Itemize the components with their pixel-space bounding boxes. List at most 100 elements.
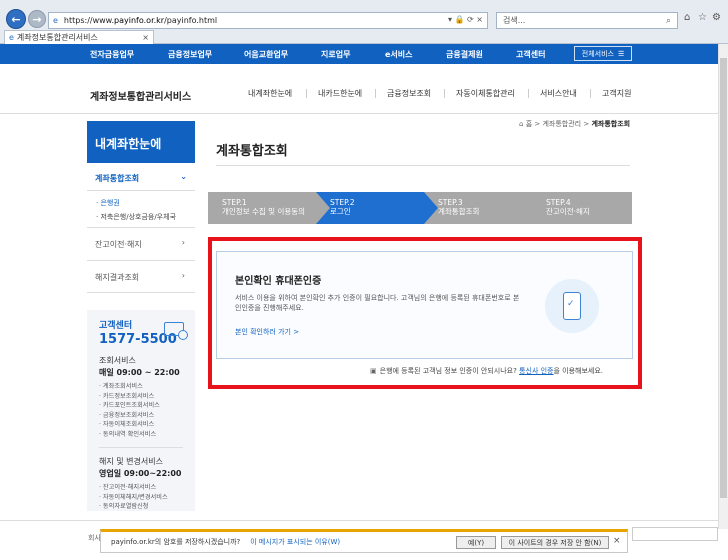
step-number: STEP.1 bbox=[222, 198, 247, 207]
gnb-item-bill-clearing[interactable]: 어음교환업무 bbox=[244, 49, 288, 60]
step-label: 로그인 bbox=[330, 207, 351, 216]
verify-identity-link[interactable]: 본인 확인하러 가기 > bbox=[235, 327, 299, 337]
step-arrow bbox=[532, 192, 546, 224]
step-number: STEP.3 bbox=[438, 198, 463, 207]
save-yes-button[interactable]: 예(Y) bbox=[456, 536, 496, 549]
step-arrow bbox=[316, 192, 330, 224]
list-item: · 금융정보조회서비스 bbox=[99, 411, 155, 419]
step-arrow bbox=[424, 192, 438, 224]
lookup-service-list: · 계좌조회서비스 · 카드정보조회서비스 · 카드포인트조회서비스 · 금융정… bbox=[99, 382, 195, 439]
sidebar-item-transfer-close[interactable]: 잔고이전·해지 › bbox=[87, 227, 195, 260]
check-icon: ✓ bbox=[567, 299, 575, 309]
gnb-item-electronic[interactable]: 전자금융업무 bbox=[90, 49, 134, 60]
header-nav-support[interactable]: 고객지원 bbox=[602, 88, 631, 99]
list-item: · 동의내역 확인서비스 bbox=[99, 430, 157, 438]
change-service-list: · 잔고이전·해지서비스 · 자동이체해지/변경서비스 · 동의자료열람신청 bbox=[99, 483, 195, 512]
nav-divider bbox=[590, 89, 591, 98]
sidebar-item-label: 잔고이전·해지 bbox=[95, 240, 142, 249]
address-url: https://www.payinfo.or.kr/payinfo.html bbox=[63, 16, 218, 25]
sidebar-subitem-banks[interactable]: · 은행권 bbox=[96, 198, 120, 208]
dropdown-icon[interactable]: ▾ bbox=[448, 15, 452, 24]
scrollbar-thumb[interactable] bbox=[720, 58, 727, 498]
sidebar-subitem-savings[interactable]: · 저축은행/상호금융/우체국 bbox=[96, 212, 176, 222]
breadcrumb: ⌂ 홈 > 계좌통합관리 > 계좌통합조회 bbox=[519, 120, 631, 128]
home-icon[interactable]: ⌂ bbox=[519, 120, 523, 128]
refresh-icon[interactable]: ⟳ bbox=[467, 15, 474, 24]
address-bar[interactable]: e https://www.payinfo.or.kr/payinfo.html… bbox=[48, 12, 488, 29]
list-item: · 카드포인트조회서비스 bbox=[99, 402, 160, 409]
stop-icon[interactable]: × bbox=[476, 15, 483, 24]
header-nav-auto-transfer[interactable]: 자동이체통합관리 bbox=[456, 88, 515, 99]
forward-button[interactable]: → bbox=[28, 10, 46, 28]
header-nav-service-info[interactable]: 서비스안내 bbox=[540, 88, 577, 99]
step-4: STEP.4 잔고이전·해지 bbox=[532, 192, 632, 224]
site-header: 계좌정보통합관리서비스 내계좌한눈에 내카드한눈에 금융정보조회 자동이체통합관… bbox=[0, 64, 728, 114]
chevron-right-icon: › bbox=[181, 238, 185, 247]
step-number: STEP.2 bbox=[330, 198, 355, 207]
site-logo[interactable]: 계좌정보통합관리서비스 bbox=[90, 88, 191, 103]
step-label: 개인정보 수집 및 이용동의 bbox=[222, 207, 306, 216]
tab-close-icon[interactable]: × bbox=[142, 33, 149, 42]
breadcrumb-home[interactable]: 홈 bbox=[526, 120, 532, 128]
gnb-item-giro[interactable]: 지로업무 bbox=[321, 49, 350, 60]
carrier-auth-link[interactable]: 통신사 인증 bbox=[519, 367, 553, 375]
header-nav-my-cards[interactable]: 내카드한눈에 bbox=[318, 88, 362, 99]
gnb-item-eservice[interactable]: e서비스 bbox=[385, 49, 413, 60]
list-item: · 자동이체조회서비스 bbox=[99, 421, 155, 428]
list-item: · 자동이체해지/변경서비스 bbox=[99, 493, 168, 501]
search-input[interactable]: 검색... ⌕ bbox=[496, 12, 678, 29]
card-description: 서비스 이용을 위하여 본인확인 추가 인증이 필요합니다. 고객님의 은행에 … bbox=[235, 294, 520, 312]
help-text: 은행에 등록된 고객님 정보 인증이 안되시나요? bbox=[379, 367, 517, 375]
search-icon[interactable]: ⌕ bbox=[666, 16, 671, 26]
browser-tab[interactable]: e 계좌정보통합관리서비스 × bbox=[4, 30, 154, 44]
header-nav-my-accounts[interactable]: 내계좌한눈에 bbox=[248, 88, 292, 99]
nav-divider bbox=[306, 89, 307, 98]
never-save-button[interactable]: 이 사이트의 경우 저장 안 함(N) bbox=[501, 536, 609, 549]
step-label: 계좌통합조회 bbox=[438, 207, 480, 216]
close-icon[interactable]: × bbox=[613, 536, 621, 546]
breadcrumb-current: 계좌통합조회 bbox=[591, 120, 631, 128]
gnb-item-finance-info[interactable]: 금융정보업무 bbox=[168, 49, 212, 60]
all-services-button[interactable]: 전체서비스 ☰ bbox=[574, 46, 632, 61]
nav-divider bbox=[528, 89, 529, 98]
notification-question: payinfo.or.kr의 암호를 저장하시겠습니까? bbox=[111, 538, 241, 546]
hamburger-icon: ☰ bbox=[617, 49, 625, 58]
lookup-service-label: 조회서비스 bbox=[99, 356, 136, 365]
header-nav-finance-lookup[interactable]: 금융정보조회 bbox=[387, 88, 431, 99]
browser-chrome: ← → e https://www.payinfo.or.kr/payinfo.… bbox=[0, 0, 728, 44]
home-icon[interactable]: ⌂ bbox=[684, 12, 696, 24]
change-service-hours: 영업일 09:00~22:00 bbox=[99, 469, 182, 478]
favorites-star-icon[interactable]: ☆ bbox=[698, 12, 707, 23]
sidebar-item-account-lookup[interactable]: 계좌통합조회 ⌄ bbox=[87, 163, 195, 191]
step-number: STEP.4 bbox=[546, 198, 571, 207]
computer-icon: ▣ bbox=[370, 367, 377, 375]
lookup-service-hours: 매일 09:00 ~ 22:00 bbox=[99, 368, 180, 377]
chevron-down-icon: ⌄ bbox=[180, 172, 187, 181]
page-scrollbar[interactable] bbox=[718, 44, 728, 529]
phone-auth-card: 본인확인 휴대폰인증 서비스 이용을 위하여 본인확인 추가 인증이 필요합니다… bbox=[216, 251, 633, 359]
gear-icon[interactable]: ⚙ bbox=[712, 12, 721, 23]
list-item: · 계좌조회서비스 bbox=[99, 383, 143, 390]
back-button[interactable]: ← bbox=[6, 9, 26, 29]
why-shown-link[interactable]: 이 메시지가 표시되는 이유(W) bbox=[250, 537, 340, 547]
list-item: · 잔고이전·해지서비스 bbox=[99, 484, 157, 491]
forward-arrow-icon: → bbox=[32, 12, 42, 26]
help-line: ▣ 은행에 등록된 고객님 정보 인증이 안되시나요? 통신사 인증을 이용해보세… bbox=[370, 366, 603, 376]
breadcrumb-mid[interactable]: 계좌통합관리 bbox=[542, 120, 581, 128]
divider bbox=[99, 447, 183, 448]
gnb-item-customer-center[interactable]: 고객센터 bbox=[516, 49, 545, 60]
gnb-item-kftc[interactable]: 금융결제원 bbox=[446, 49, 483, 60]
change-service-label: 해지 및 변경서비스 bbox=[99, 457, 163, 466]
back-arrow-icon: ← bbox=[11, 12, 21, 26]
chevron-right-icon: › bbox=[181, 271, 185, 280]
nav-divider bbox=[375, 89, 376, 98]
footer-select[interactable] bbox=[632, 527, 718, 541]
list-item: · 카드정보조회서비스 bbox=[99, 392, 155, 400]
sidebar-title: 내계좌한눈에 bbox=[87, 121, 195, 163]
lock-icon: 🔒 bbox=[454, 15, 465, 24]
step-3: STEP.3 계좌통합조회 bbox=[424, 192, 546, 224]
customer-center-box: 고객센터 1577-5500 조회서비스 매일 09:00 ~ 22:00 · … bbox=[87, 310, 195, 511]
sidebar-item-close-result[interactable]: 해지결과조회 › bbox=[87, 260, 195, 293]
mobile-phone-icon: ✓ bbox=[563, 292, 581, 320]
address-bar-controls[interactable]: ▾ 🔒 ⟳ × bbox=[448, 15, 483, 24]
